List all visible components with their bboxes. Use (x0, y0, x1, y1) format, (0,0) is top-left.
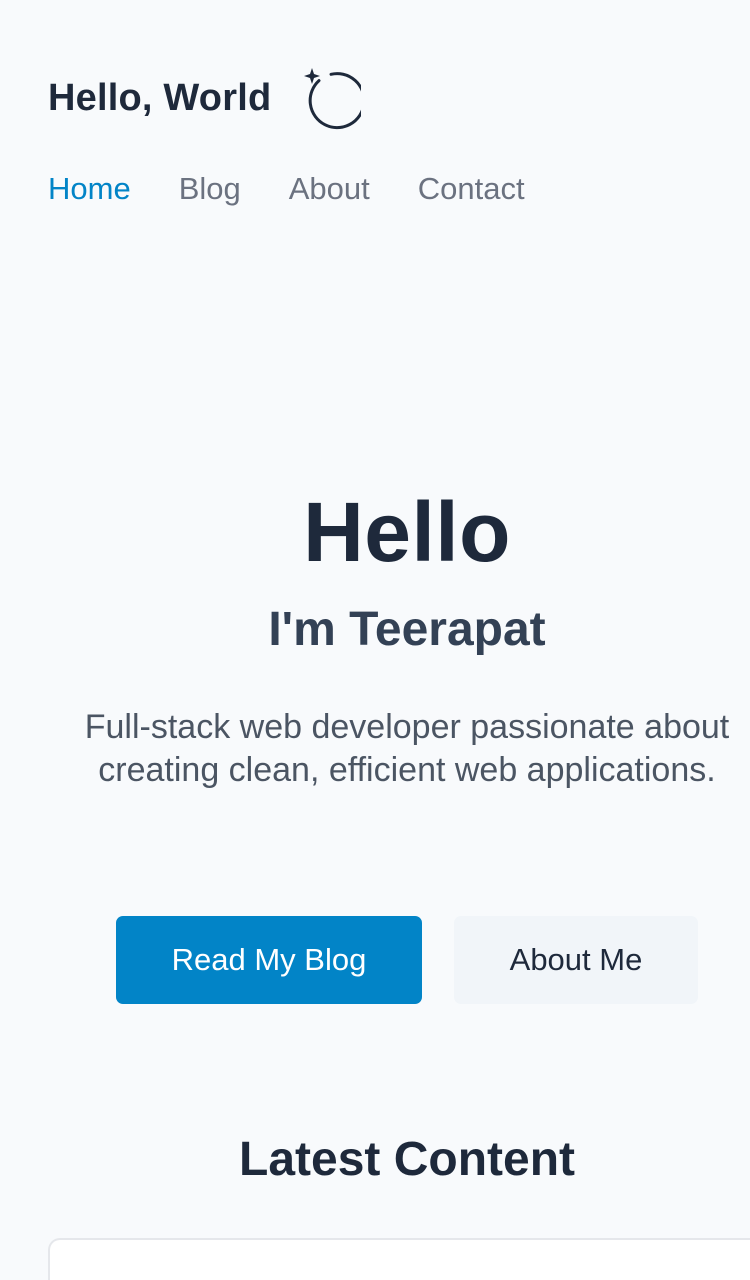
latest-content-card[interactable] (48, 1238, 750, 1280)
hero-description: Full-stack web developer passionate abou… (84, 708, 730, 789)
hero-subtitle: I'm Teerapat (268, 603, 546, 656)
hero-actions: Read My Blog About Me (116, 916, 698, 1004)
main-nav: Home Blog About Contact (48, 166, 525, 212)
site-title[interactable]: Hello, World (48, 77, 271, 120)
nav-blog-link[interactable]: Blog (179, 166, 241, 212)
read-blog-button[interactable]: Read My Blog (116, 916, 422, 1004)
brand: Hello, World (48, 66, 362, 130)
theme-toggle-button[interactable] (297, 66, 362, 130)
hero-section: Hello I'm Teerapat Full-stack web develo… (48, 480, 750, 792)
site-header: Hello, World Home Blog About Contact (0, 0, 750, 240)
latest-content-heading: Latest Content (239, 1133, 575, 1186)
theme-toggle-icon (304, 68, 362, 130)
hero-title: Hello (303, 485, 511, 579)
nav-contact-link[interactable]: Contact (418, 166, 525, 212)
nav-about-link[interactable]: About (289, 166, 370, 212)
nav-home-link[interactable]: Home (48, 166, 131, 212)
about-me-button[interactable]: About Me (454, 916, 698, 1004)
